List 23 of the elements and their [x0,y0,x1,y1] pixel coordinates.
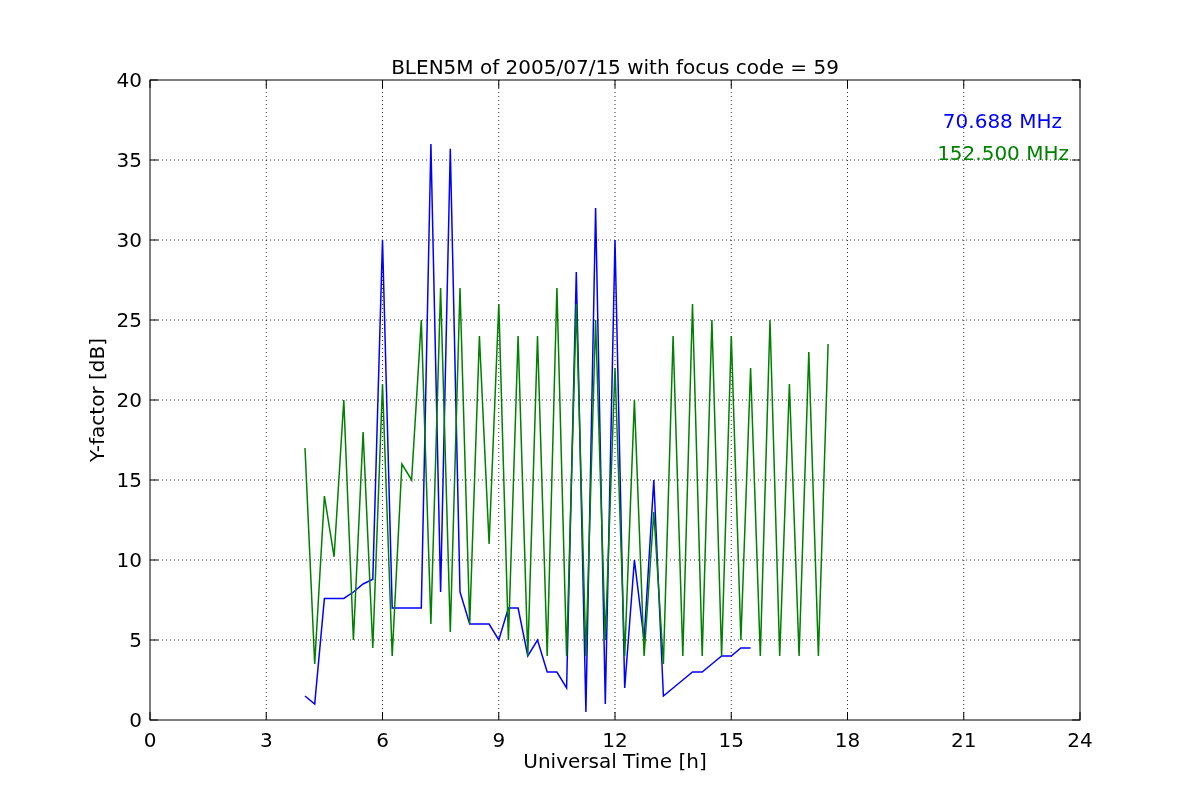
y-tick-label: 35 [116,148,142,172]
x-tick-label: 18 [834,728,861,752]
y-tick-label: 30 [116,228,142,252]
y-tick-label: 15 [116,468,142,492]
y-tick-label: 20 [116,388,142,412]
x-tick-label: 24 [1067,728,1093,752]
legend-label: 152.500 MHz [937,141,1069,165]
x-tick-label: 9 [492,728,506,752]
x-tick-label: 21 [951,728,977,752]
x-tick-label: 15 [718,728,744,752]
x-axis-label: Universal Time [h] [523,749,707,773]
x-tick-label: 0 [143,728,157,752]
chart-title: BLEN5M of 2005/07/15 with focus code = 59 [391,55,839,79]
y-tick-label: 40 [116,68,142,92]
y-tick-label: 0 [129,708,142,732]
x-tick-label: 6 [376,728,389,752]
x-tick-label: 12 [602,728,628,752]
y-tick-label: 10 [116,548,142,572]
y-tick-label: 25 [116,308,142,332]
y-tick-label: 5 [129,628,142,652]
legend-label: 70.688 MHz [942,109,1062,133]
x-tick-label: 3 [259,728,273,752]
y-axis-label: Y-factor [dB] [85,338,109,462]
